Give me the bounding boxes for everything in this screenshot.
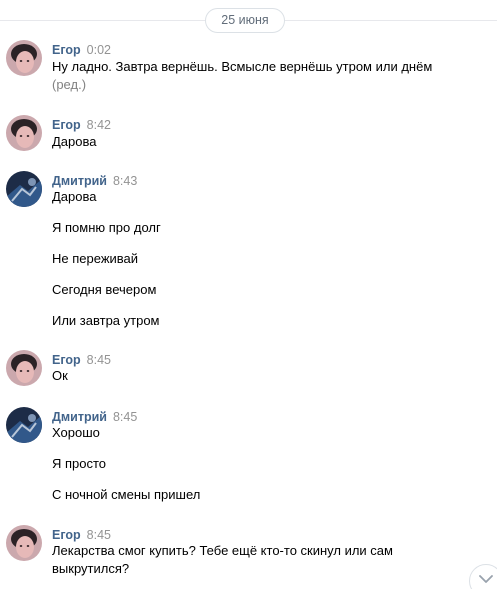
message-text: Я просто <box>52 456 107 471</box>
message-time[interactable]: 0:02 <box>87 43 111 57</box>
avatar-dmitriy[interactable] <box>6 407 42 443</box>
message[interactable]: Егор 8:42 Дарова <box>0 115 497 155</box>
message[interactable]: Дмитрий 8:43 Дарова Я помню про долг Не п… <box>0 171 497 331</box>
author-name[interactable]: Дмитрий <box>52 174 107 188</box>
edited-label: (ред.) <box>52 77 87 92</box>
avatar-egor[interactable] <box>6 40 42 76</box>
author-name[interactable]: Егор <box>52 528 81 542</box>
date-divider: 25 июня <box>0 8 497 34</box>
author-name[interactable]: Дмитрий <box>52 410 107 424</box>
message-text: Сегодня вечером <box>52 282 157 297</box>
author-name[interactable]: Егор <box>52 43 81 57</box>
message-time[interactable]: 8:42 <box>87 118 111 132</box>
message-header: Егор 0:02 <box>52 42 111 58</box>
message-text: Лекарства смог купить? Тебе ещё кто-то с… <box>52 543 393 558</box>
author-name[interactable]: Егор <box>52 353 81 367</box>
message-text: Я помню про долг <box>52 220 161 235</box>
message-text: Дарова <box>52 134 97 149</box>
message-time[interactable]: 8:45 <box>113 410 137 424</box>
date-label: 25 июня <box>205 8 285 33</box>
message-time[interactable]: 8:45 <box>87 528 111 542</box>
message-text: Не переживай <box>52 251 139 266</box>
message-text: С ночной смены пришел <box>52 487 201 502</box>
message-header: Егор 8:45 <box>52 352 111 368</box>
message-text: Или завтра утром <box>52 313 160 328</box>
author-name[interactable]: Егор <box>52 118 81 132</box>
message-text: Хорошо <box>52 425 100 440</box>
avatar-egor[interactable] <box>6 525 42 561</box>
message-text: Ок <box>52 368 68 383</box>
message-header: Дмитрий 8:43 <box>52 173 137 189</box>
message-text: Ну ладно. Завтра вернёшь. Всмысле вернёш… <box>52 59 433 74</box>
avatar-egor[interactable] <box>6 350 42 386</box>
avatar-dmitriy[interactable] <box>6 171 42 207</box>
message-header: Егор 8:45 <box>52 527 111 543</box>
message-time[interactable]: 8:45 <box>87 353 111 367</box>
message[interactable]: Егор 8:45 Лекарства смог купить? Тебе ещё… <box>0 525 497 581</box>
avatar-egor[interactable] <box>6 115 42 151</box>
message[interactable]: Егор 8:45 Ок <box>0 350 497 390</box>
chevron-down-icon <box>479 575 493 583</box>
message[interactable]: Дмитрий 8:45 Хорошо Я просто С ночной сме… <box>0 407 497 507</box>
message-text: Дарова <box>52 189 97 204</box>
message[interactable]: Егор 0:02 Ну ладно. Завтра вернёшь. Всмыс… <box>0 40 497 96</box>
message-time[interactable]: 8:43 <box>113 174 137 188</box>
message-text: выкрутился? <box>52 561 130 576</box>
message-header: Егор 8:42 <box>52 117 111 133</box>
message-header: Дмитрий 8:45 <box>52 409 137 425</box>
